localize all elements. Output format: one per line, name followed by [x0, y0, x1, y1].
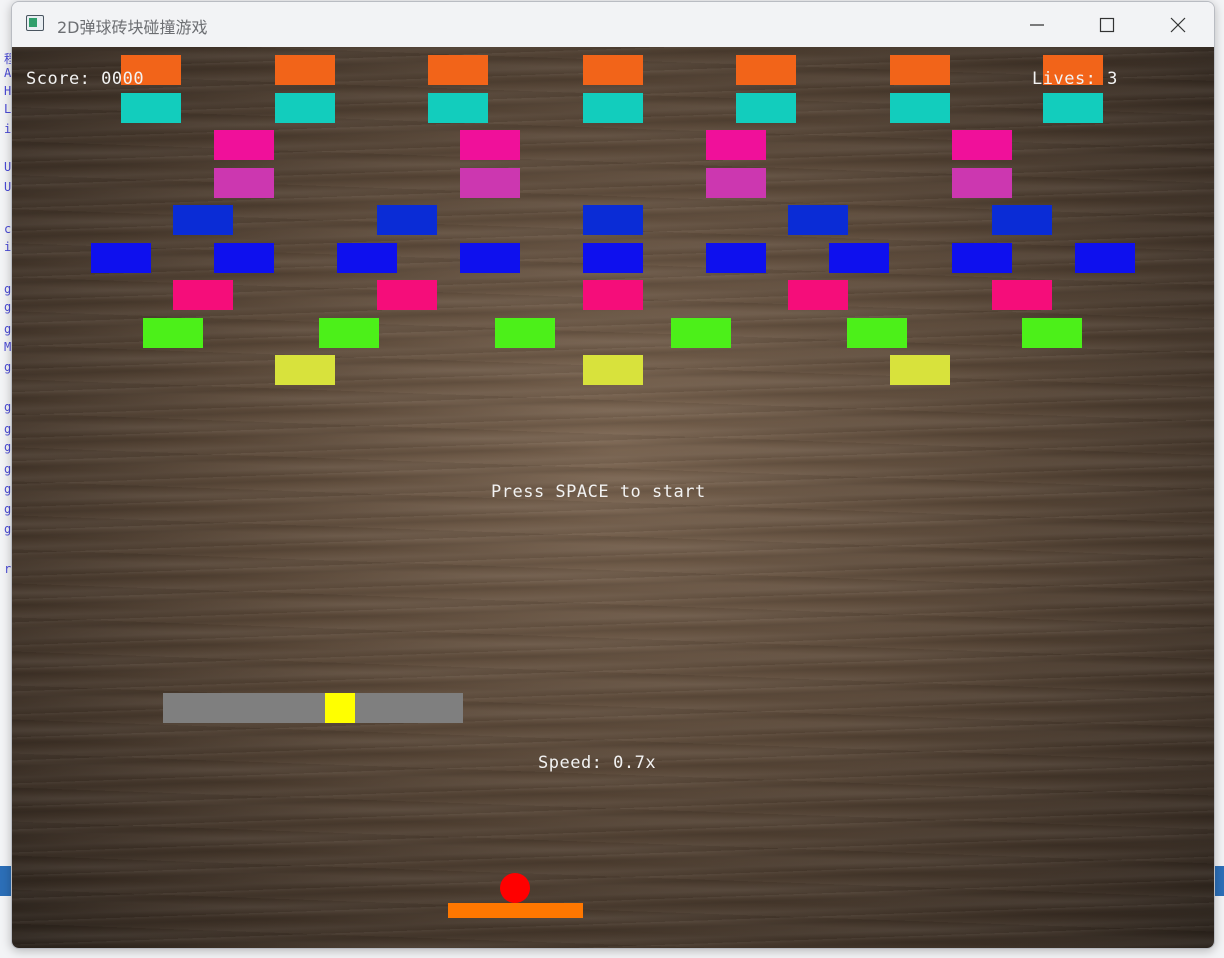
score-label: Score: 0000 — [26, 69, 145, 89]
brick — [1043, 93, 1103, 123]
title-bar[interactable]: 2D弹球砖块碰撞游戏 — [12, 2, 1214, 47]
game-canvas[interactable]: Score: 0000 Lives: 3 Press SPACE to star… — [12, 47, 1214, 948]
brick — [1075, 243, 1135, 273]
brick — [952, 243, 1012, 273]
minimize-button[interactable] — [1002, 2, 1072, 47]
brick — [1022, 318, 1082, 348]
ball — [500, 873, 530, 903]
brick — [460, 130, 520, 160]
brick — [214, 168, 274, 198]
brick — [583, 93, 643, 123]
brick — [788, 280, 848, 310]
brick — [91, 243, 151, 273]
brick — [319, 318, 379, 348]
brick — [121, 93, 181, 123]
brick — [428, 93, 488, 123]
brick — [952, 130, 1012, 160]
brick — [460, 168, 520, 198]
brick — [143, 318, 203, 348]
brick — [847, 318, 907, 348]
brick — [495, 318, 555, 348]
lives-label: Lives: 3 — [1032, 69, 1118, 89]
window-title: 2D弹球砖块碰撞游戏 — [57, 18, 208, 37]
brick — [788, 205, 848, 235]
brick — [583, 55, 643, 85]
brick — [173, 205, 233, 235]
brick — [173, 280, 233, 310]
brick — [890, 355, 950, 385]
brick — [992, 205, 1052, 235]
brick — [428, 55, 488, 85]
app-window-icon — [26, 15, 44, 31]
brick — [583, 355, 643, 385]
brick — [736, 55, 796, 85]
brick — [377, 280, 437, 310]
brick — [890, 93, 950, 123]
brick — [671, 318, 731, 348]
brick — [377, 205, 437, 235]
speed-label: Speed: 0.7x — [538, 753, 657, 773]
game-window: 2D弹球砖块碰撞游戏 Score: 0000 Lives: 3 Press SP… — [11, 1, 1215, 949]
brick — [214, 243, 274, 273]
brick — [275, 93, 335, 123]
brick — [275, 55, 335, 85]
brick — [337, 243, 397, 273]
brick — [706, 130, 766, 160]
minimize-icon — [1030, 23, 1044, 26]
brick — [736, 93, 796, 123]
maximize-icon — [1099, 17, 1115, 32]
speed-slider-track[interactable] — [163, 693, 463, 723]
speed-slider-knob[interactable] — [325, 693, 355, 723]
brick — [706, 168, 766, 198]
maximize-button[interactable] — [1072, 2, 1142, 47]
brick — [992, 280, 1052, 310]
paddle[interactable] — [448, 903, 583, 918]
brick — [583, 243, 643, 273]
brick — [460, 243, 520, 273]
brick — [275, 355, 335, 385]
brick — [890, 55, 950, 85]
brick — [583, 205, 643, 235]
close-icon — [1170, 17, 1186, 32]
brick — [706, 243, 766, 273]
brick — [952, 168, 1012, 198]
brick — [583, 280, 643, 310]
brick — [829, 243, 889, 273]
close-button[interactable] — [1143, 2, 1213, 47]
brick — [214, 130, 274, 160]
start-message: Press SPACE to start — [491, 482, 706, 502]
